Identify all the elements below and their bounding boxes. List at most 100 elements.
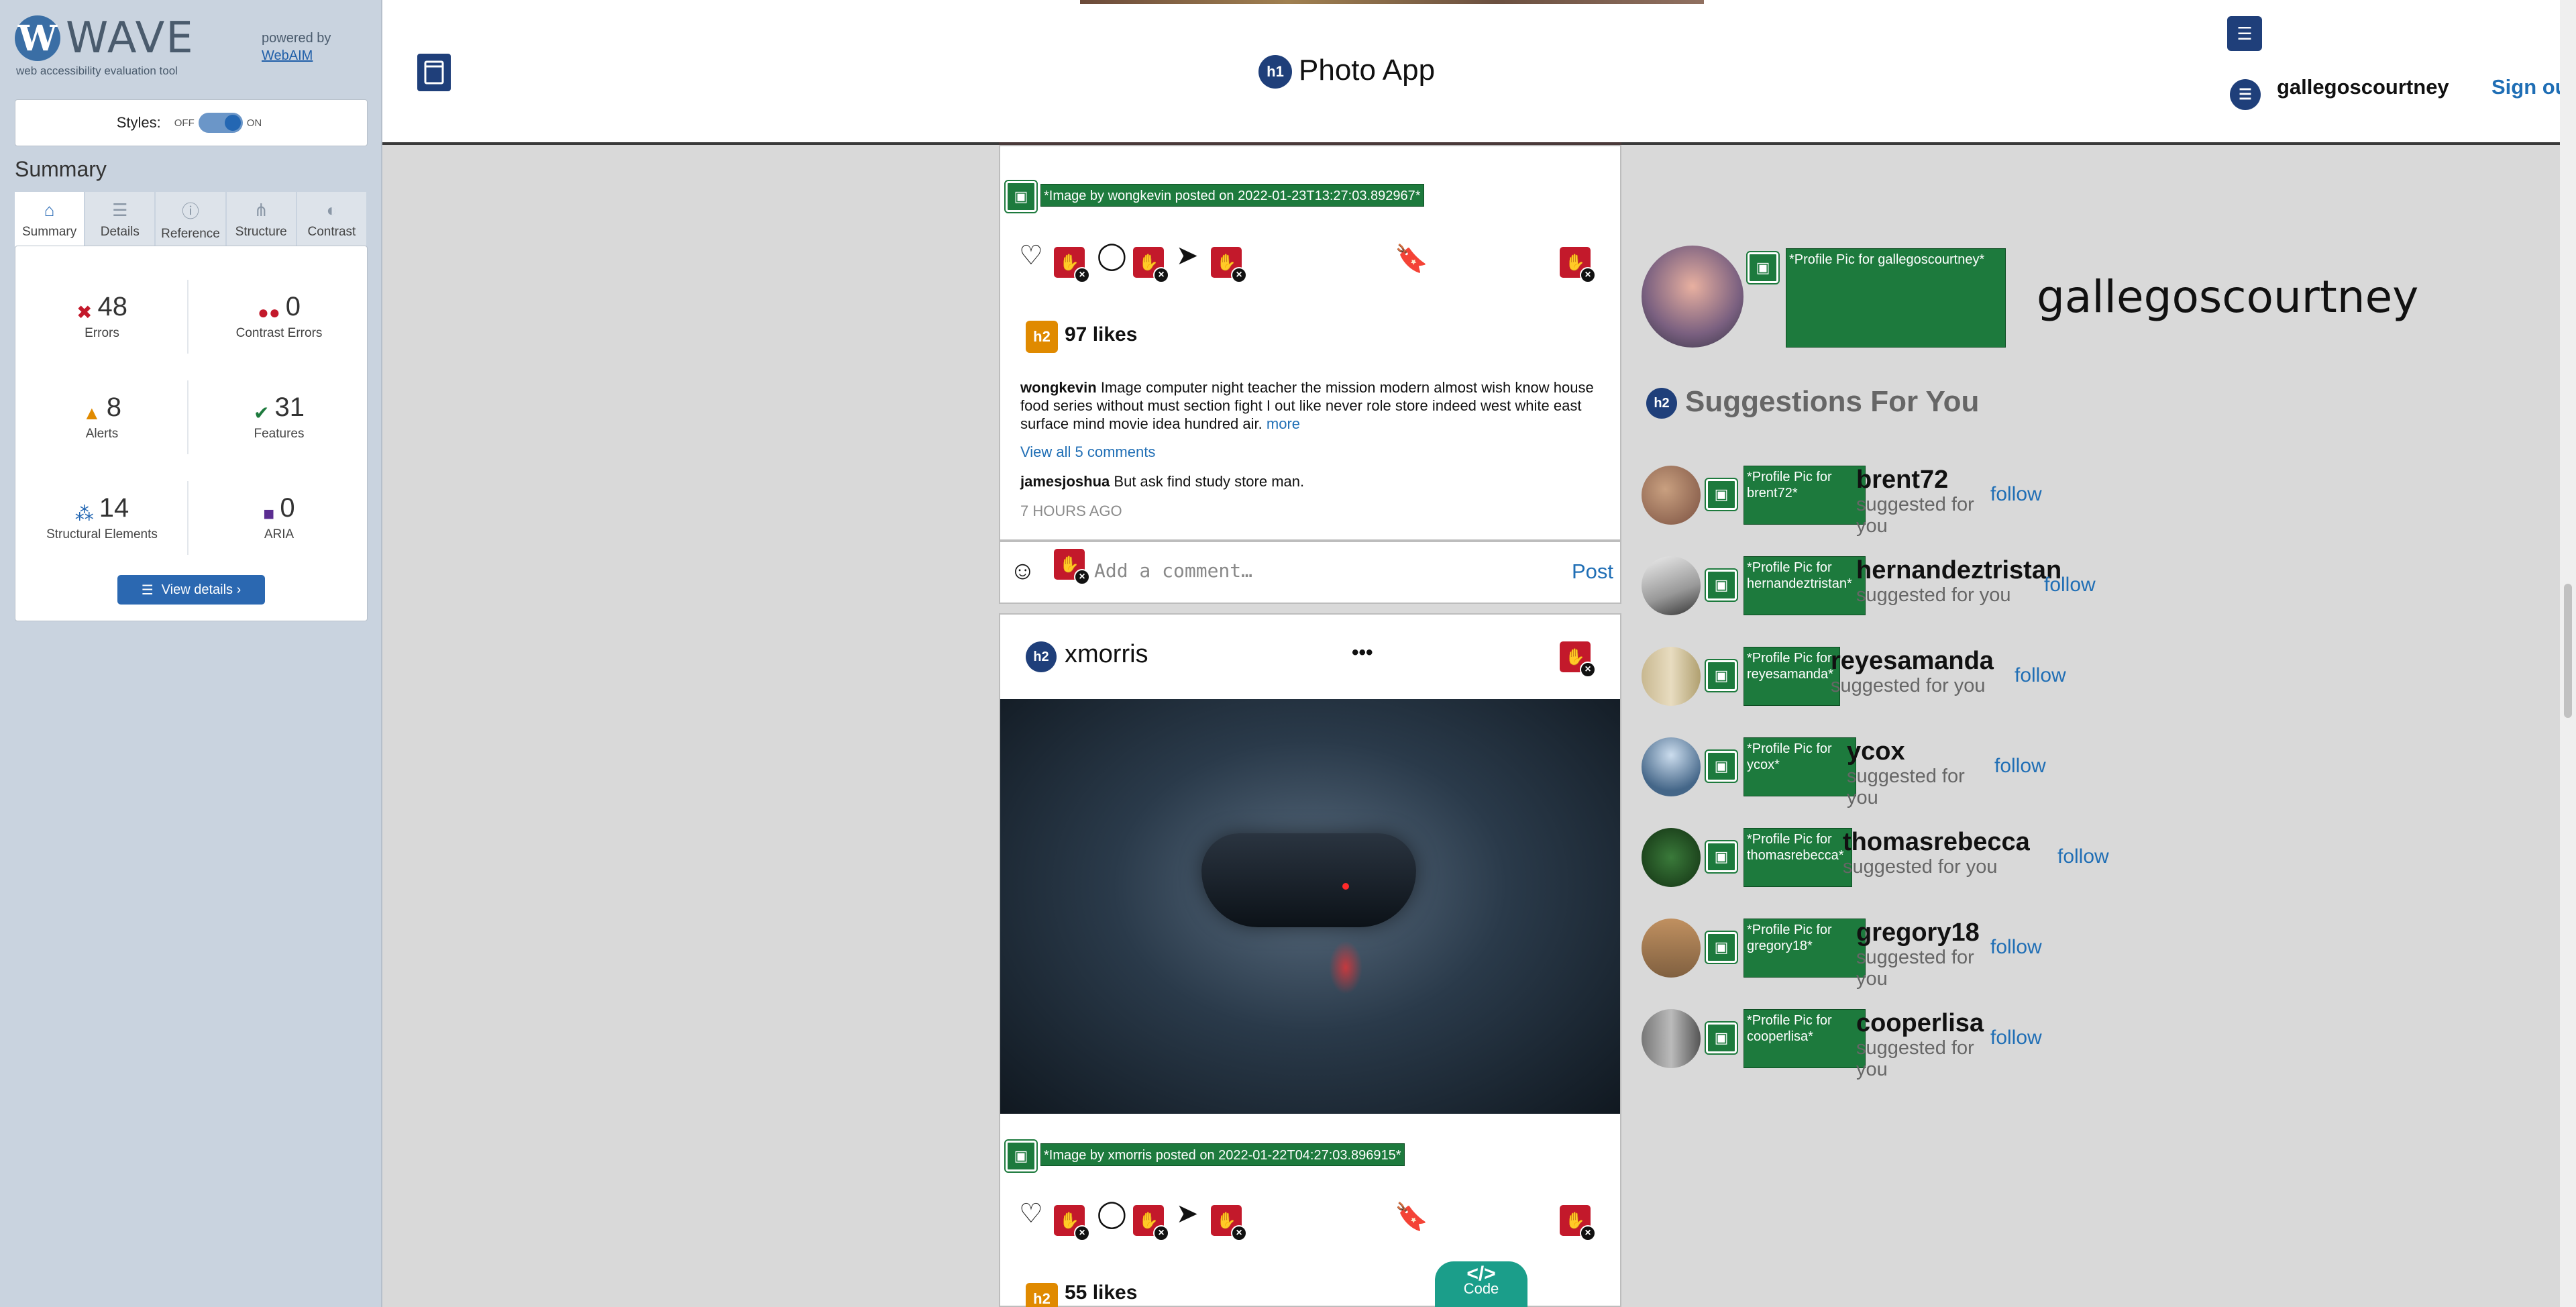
image-icon[interactable]: ▣ <box>1705 1021 1738 1055</box>
suggestion-row: ▣ *Profile Pic for reyesamanda* reyesamand… <box>1642 637 2245 711</box>
tab-label: Reference <box>161 226 220 241</box>
suggestion-subtext: suggested for you <box>1831 675 1986 696</box>
tab-contrast[interactable]: ◐ Contrast <box>297 192 367 247</box>
error-icon[interactable]: ✋ <box>1211 247 1247 283</box>
image-icon[interactable]: ▣ <box>1705 568 1738 602</box>
error-icon[interactable]: ✋ <box>1054 247 1090 283</box>
error-icon[interactable]: ✋ <box>1560 1205 1596 1241</box>
wave-logo[interactable]: W WAVE <box>15 13 195 63</box>
error-icon[interactable]: ✋ <box>1560 641 1596 678</box>
follow-button[interactable]: follow <box>2044 574 2096 596</box>
suggestion-username[interactable]: brent72 <box>1856 466 1948 494</box>
image-icon[interactable]: ▣ <box>1746 251 1780 284</box>
tab-summary[interactable]: ⌂ Summary <box>15 192 85 247</box>
suggestion-username[interactable]: ycox <box>1847 737 1905 766</box>
scrollbar-thumb[interactable] <box>2564 584 2572 718</box>
structural-stat[interactable]: ⁂ 14 Structural Elements <box>18 493 186 542</box>
h2-alert-badge[interactable]: h2 <box>1026 1283 1058 1307</box>
structural-label: Structural Elements <box>46 527 158 542</box>
error-icon[interactable]: ✋ <box>1133 247 1169 283</box>
tab-details[interactable]: ☰ Details <box>85 192 155 247</box>
features-stat[interactable]: ✔ 31 Features <box>195 393 363 441</box>
image-icon[interactable]: ▣ <box>1705 749 1738 783</box>
share-icon[interactable]: ➤ <box>1176 1198 1199 1229</box>
h2-alert-badge[interactable]: h2 <box>1026 321 1058 353</box>
error-icon[interactable]: ✋ <box>1211 1205 1247 1241</box>
tab-structure[interactable]: ⋔ Structure <box>226 192 296 247</box>
wave-list-icon[interactable]: ☰ <box>2227 16 2262 51</box>
bookmark-icon[interactable]: 🔖 <box>1395 243 1428 274</box>
page-scrollbar[interactable] <box>2560 0 2576 1307</box>
suggestion-avatar <box>1642 737 1701 796</box>
follow-button[interactable]: follow <box>1990 936 2042 959</box>
suggestion-username[interactable]: cooperlisa <box>1856 1009 1984 1038</box>
image-icon[interactable]: ▣ <box>1705 659 1738 692</box>
more-link[interactable]: more <box>1267 415 1300 432</box>
suggestion-username[interactable]: gregory18 <box>1856 919 1980 947</box>
comment-icon[interactable]: ◯ <box>1097 1198 1127 1229</box>
image-icon[interactable]: ▣ <box>1004 1139 1038 1173</box>
comment-icon[interactable]: ◯ <box>1097 240 1127 271</box>
like-icon[interactable]: ♡ <box>1019 240 1043 271</box>
post-button[interactable]: Post <box>1572 560 1613 584</box>
list-badge-icon[interactable]: ☰ <box>2230 79 2261 110</box>
suggestion-avatar <box>1642 647 1701 706</box>
alerts-stat[interactable]: ▲ 8 Alerts <box>18 393 186 441</box>
suggestion-username[interactable]: thomasrebecca <box>1843 828 2030 857</box>
like-icon[interactable]: ♡ <box>1019 1198 1043 1229</box>
contrast-errors-stat[interactable]: ●● 0 Contrast Errors <box>195 292 363 341</box>
image-icon[interactable]: ▣ <box>1705 840 1738 874</box>
suggestion-username[interactable]: hernandeztristan <box>1856 556 2061 585</box>
suggestion-avatar <box>1642 1009 1701 1068</box>
tab-reference[interactable]: ⓘ Reference <box>156 192 225 247</box>
error-icon[interactable]: ✋ <box>1054 549 1090 585</box>
suggestion-avatar <box>1642 919 1701 978</box>
contrast-error-icon: ●● <box>257 301 280 323</box>
h1-badge[interactable]: h1 <box>1258 55 1292 89</box>
error-icon[interactable]: ✋ <box>1133 1205 1169 1241</box>
follow-button[interactable]: follow <box>1994 755 2046 778</box>
wave-landmark-icon[interactable] <box>417 54 451 91</box>
follow-button[interactable]: follow <box>2015 664 2066 687</box>
error-icon[interactable]: ✋ <box>1054 1205 1090 1241</box>
view-details-button[interactable]: ☰ View details › <box>117 575 265 605</box>
structure-icon: ⁂ <box>74 503 94 525</box>
follow-button[interactable]: follow <box>2057 845 2109 868</box>
suggestion-subtext: suggested for you <box>1856 584 2011 606</box>
error-icon[interactable]: ✋ <box>1560 247 1596 283</box>
webaim-link[interactable]: WebAIM <box>262 47 331 64</box>
contrast-errors-label: Contrast Errors <box>235 325 323 340</box>
view-comments-link[interactable]: View all 5 comments <box>1020 443 1155 461</box>
wave-sidebar: W WAVE web accessibility evaluation tool… <box>0 0 382 1307</box>
aria-stat[interactable]: ■ 0 ARIA <box>195 493 363 542</box>
caption-author[interactable]: wongkevin <box>1020 379 1097 396</box>
comment-author[interactable]: jamesjoshua <box>1020 473 1110 490</box>
follow-button[interactable]: follow <box>1990 483 2042 506</box>
image-icon[interactable]: ▣ <box>1705 931 1738 964</box>
tab-label: Structure <box>235 224 287 239</box>
summary-heading: Summary <box>15 157 107 181</box>
suggestion-username[interactable]: reyesamanda <box>1831 647 1994 676</box>
suggestion-alt-text: *Profile Pic for reyesamanda* <box>1743 647 1840 706</box>
styles-toggle[interactable] <box>198 113 243 133</box>
comment-input[interactable]: Add a comment… <box>1094 560 1252 582</box>
h2-badge[interactable]: h2 <box>1026 641 1057 672</box>
h2-badge[interactable]: h2 <box>1646 388 1677 419</box>
aria-icon: ■ <box>263 503 275 524</box>
errors-stat[interactable]: ✖ 48 Errors <box>18 292 186 341</box>
caption-text: Image computer night teacher the mission… <box>1020 379 1594 432</box>
share-icon[interactable]: ➤ <box>1176 240 1199 271</box>
image-icon[interactable]: ▣ <box>1705 478 1738 511</box>
bookmark-icon[interactable]: 🔖 <box>1395 1201 1428 1233</box>
alert-icon: ▲ <box>83 402 101 423</box>
tab-label: Details <box>100 224 140 239</box>
gamepad-led <box>1342 883 1349 890</box>
suggestion-subtext: suggested for you <box>1847 766 1965 808</box>
more-options-button[interactable]: ••• <box>1352 641 1373 664</box>
emoji-icon[interactable]: ☺ <box>1010 557 1036 586</box>
follow-button[interactable]: follow <box>1990 1027 2042 1049</box>
image-icon[interactable]: ▣ <box>1004 180 1038 213</box>
code-button[interactable]: </> Code <box>1435 1261 1527 1307</box>
summary-panel: ✖ 48 Errors ●● 0 Contrast Errors ▲ 8 Alerts… <box>15 246 368 621</box>
post-author[interactable]: xmorris <box>1065 640 1148 669</box>
